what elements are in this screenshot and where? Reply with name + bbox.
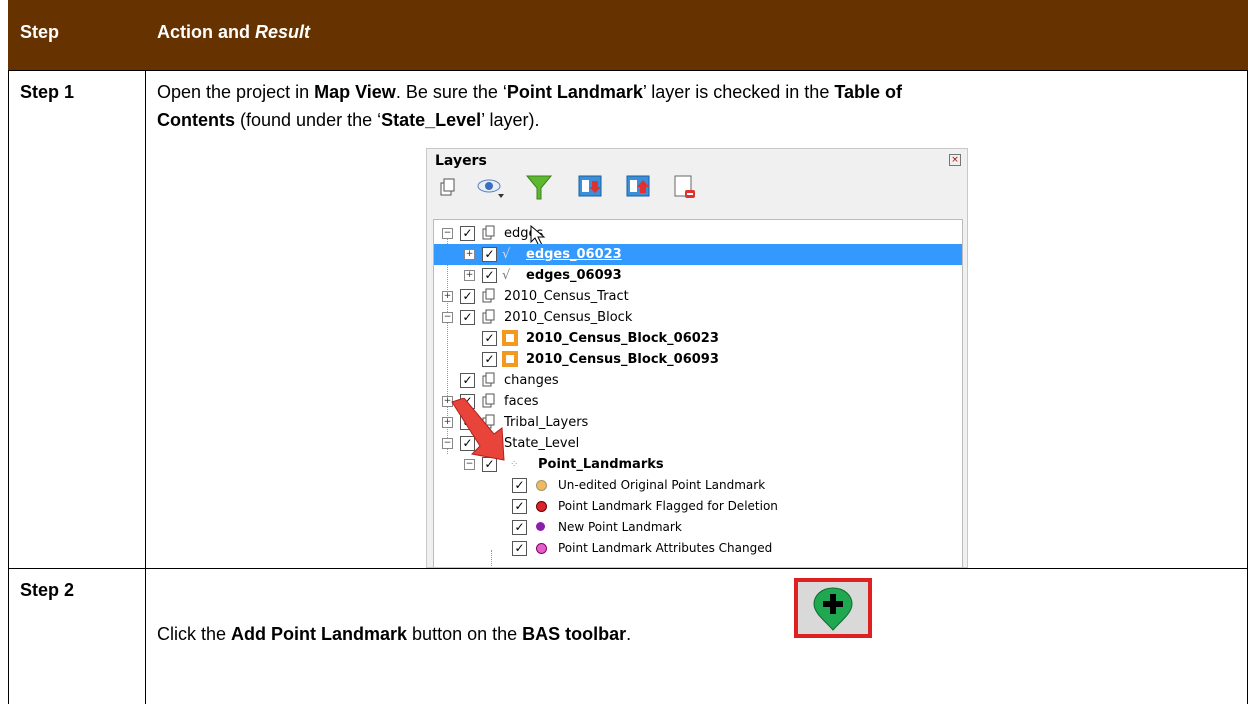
header-action: Action and Result [157,22,311,42]
add-point-landmark-button[interactable] [794,578,872,638]
add-group-icon[interactable] [431,173,463,201]
layer-row-census-block-06023[interactable]: ✓ 2010_Census_Block_06023 [434,328,962,349]
layer-row-edges-06093[interactable]: + ✓ √ edges_06093 [434,265,962,286]
layer-row-faces[interactable]: + ✓ faces [434,391,962,412]
layer-row-state-level[interactable]: − ✓ State_Level [434,433,962,454]
eye-icon[interactable] [475,173,507,201]
layer-row-changes[interactable]: ✓ changes [434,370,962,391]
layers-panel-title: Layers [435,153,487,169]
legend-row-new: ✓ New Point Landmark [434,517,962,538]
close-icon[interactable]: × [949,154,961,166]
step-1-text-line-1: Open the project in Map View. Be sure th… [157,82,903,102]
table-header: Step Action and Result [8,0,1248,70]
layer-row-census-tract[interactable]: + ✓ 2010_Census_Tract [434,286,962,307]
filter-icon[interactable] [523,173,555,201]
add-point-landmark-icon [813,587,853,631]
layer-row-point-landmarks[interactable]: − ✓ ⁘ Point_Landmarks [434,454,962,475]
step-2-text: Click the Add Point Landmark button on t… [157,624,632,644]
collapse-all-icon[interactable] [623,173,655,201]
layer-row-census-block[interactable]: − ✓ 2010_Census_Block [434,307,962,328]
layer-row-census-block-06093[interactable]: ✓ 2010_Census_Block_06093 [434,349,962,370]
legend-row-unedited: ✓ Un-edited Original Point Landmark [434,475,962,496]
remove-layer-icon[interactable] [669,173,701,201]
step-2-label: Step 2 [20,580,75,600]
step-1-text-line-2: Contents (found under the ‘State_Level’ … [157,110,540,130]
legend-row-flagged: ✓ Point Landmark Flagged for Deletion [434,496,962,517]
layer-row-edges-06023[interactable]: + ✓ √ edges_06023 [434,244,962,265]
layer-row-edges[interactable]: − ✓ edges [434,223,962,247]
red-arrow-icon [451,398,505,461]
header-step: Step [20,22,60,42]
legend-row-attributes-changed: ✓ Point Landmark Attributes Changed [434,538,962,559]
step-1-label: Step 1 [20,82,75,102]
expand-all-icon[interactable] [575,173,607,201]
layers-tree: − ✓ edges + ✓ √ edges_06023 + ✓ √ edges_060… [433,219,963,567]
layer-row-tribal[interactable]: +✓ Tribal_Layers [434,412,962,433]
layers-panel: Layers × − ✓ edges + ✓ √ edges_06023 + ✓… [426,148,968,568]
